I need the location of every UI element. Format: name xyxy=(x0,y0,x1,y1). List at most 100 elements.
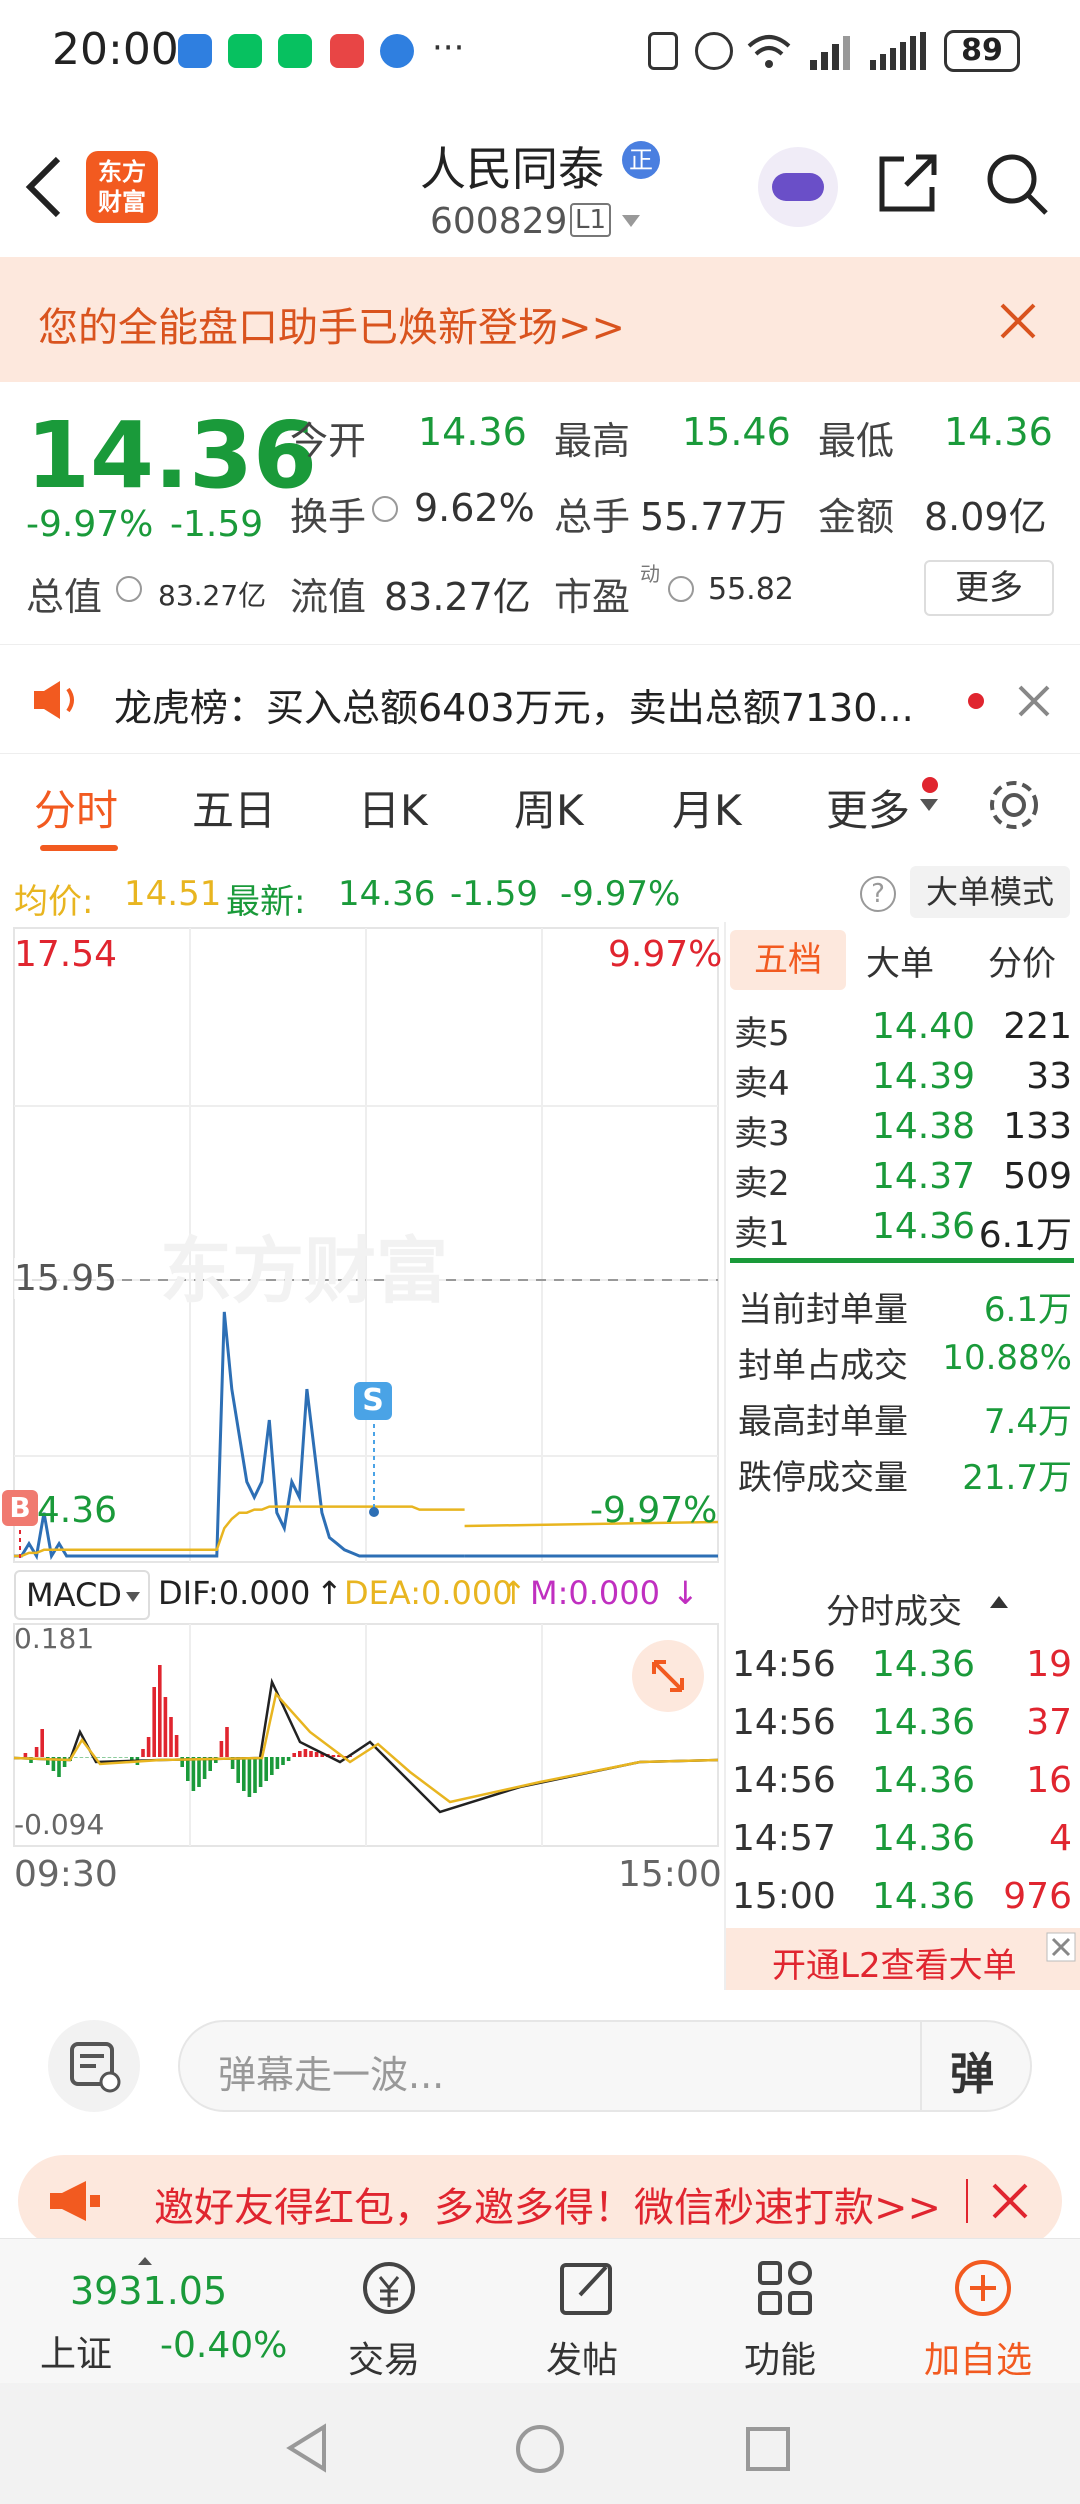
ask-price: 14.40 xyxy=(872,1006,976,1047)
tab-price-dist[interactable]: 分价 xyxy=(988,936,1056,985)
macd-bar xyxy=(107,1757,112,1758)
tab-five-day[interactable]: 五日 xyxy=(192,777,276,838)
nav-trade[interactable]: 交易 xyxy=(328,2249,448,2381)
invite-text[interactable]: 邀好友得红包，多邀多得！微信秒速打款>> xyxy=(154,2175,941,2233)
time-axis-end: 15:00 xyxy=(618,1854,722,1895)
seal-value: 7.4万 xyxy=(983,1402,1072,1442)
unread-dot xyxy=(968,693,984,709)
more-button[interactable]: 更多 xyxy=(924,560,1054,616)
expand-icon[interactable] xyxy=(632,1640,704,1712)
amount-label: 金额 xyxy=(818,495,895,539)
pe-sup: 动 xyxy=(640,562,660,586)
nfc-icon xyxy=(648,32,678,70)
tick-time: 14:56 xyxy=(732,1702,836,1743)
chevron-down-icon[interactable] xyxy=(918,797,940,813)
search-icon[interactable] xyxy=(984,151,1050,217)
index-ticker[interactable]: 3931.05 上证 -0.40% xyxy=(10,2255,310,2377)
ai-assistant-icon[interactable] xyxy=(758,147,838,227)
nav-recents-icon[interactable] xyxy=(744,2425,792,2473)
chevron-down-icon[interactable] xyxy=(124,1590,142,1604)
pe-label: 市盈 xyxy=(554,575,631,619)
settings-gear-icon[interactable] xyxy=(984,775,1044,835)
buy-marker[interactable]: B xyxy=(2,1490,38,1526)
macd-bar xyxy=(169,1717,173,1757)
big-order-mode-button[interactable]: 大单模式 xyxy=(910,866,1070,918)
macd-chart[interactable] xyxy=(0,1622,722,1852)
status-time: 20:00 xyxy=(52,24,179,75)
share-icon[interactable] xyxy=(876,151,940,215)
macd-bar xyxy=(275,1757,280,1769)
verified-badge: 正 xyxy=(622,141,660,179)
macd-bar xyxy=(281,1757,285,1765)
level-dropdown-icon[interactable] xyxy=(620,213,642,229)
promo-banner[interactable]: 您的全能盘口助手已焕新登场>> xyxy=(0,257,1080,382)
divider xyxy=(966,2179,968,2223)
tab-big-order[interactable]: 大单 xyxy=(866,936,934,985)
ask-label: 卖2 xyxy=(734,1164,790,1204)
macd-axis-bottom: -0.094 xyxy=(14,1808,105,1841)
stock-name: 人民同泰 xyxy=(420,142,604,196)
nav-post[interactable]: 发帖 xyxy=(526,2249,646,2381)
danmu-input[interactable]: 弹幕走一波... 弹 xyxy=(178,2020,1032,2112)
sort-up-icon[interactable] xyxy=(988,1594,1010,1610)
macd-bar xyxy=(191,1757,196,1791)
info-icon[interactable] xyxy=(668,576,694,602)
close-icon[interactable] xyxy=(990,2181,1030,2221)
tab-daily-k[interactable]: 日K xyxy=(358,777,428,838)
mail-icon xyxy=(330,34,364,68)
tab-intraday[interactable]: 分时 xyxy=(34,777,118,838)
macd-bar xyxy=(102,1757,106,1758)
macd-bar xyxy=(152,1687,156,1757)
l2-upsell[interactable]: 开通L2查看大单 xyxy=(726,1928,1080,1990)
alarm-icon xyxy=(695,32,733,70)
macd-label: MACD xyxy=(26,1576,122,1614)
info-icon[interactable] xyxy=(116,576,142,602)
change-amount: -1.59 xyxy=(170,504,264,545)
info-icon[interactable] xyxy=(372,496,398,522)
macd-bar xyxy=(298,1751,302,1757)
nav-add-watchlist[interactable]: 加自选 xyxy=(910,2249,1060,2381)
back-icon[interactable] xyxy=(22,155,66,219)
app-logo: 东方 财富 xyxy=(86,151,158,223)
tab-weekly-k[interactable]: 周K xyxy=(514,777,584,838)
danmu-bar: 弹幕走一波... 弹 xyxy=(0,1990,1080,2140)
macd-bar xyxy=(158,1665,162,1757)
ask-price: 14.37 xyxy=(872,1156,976,1197)
dragon-tiger-notice[interactable]: 龙虎榜：买入总额6403万元，卖出总额7130... xyxy=(0,644,1080,754)
nav-back-icon[interactable] xyxy=(284,2423,328,2473)
tab-five-level[interactable]: 五档 xyxy=(730,930,846,990)
tick-price: 14.36 xyxy=(872,1876,976,1917)
danmu-button[interactable]: 弹 xyxy=(950,2038,994,2102)
close-icon[interactable] xyxy=(1046,1932,1076,1962)
help-icon[interactable]: ? xyxy=(860,876,896,912)
macd-bar xyxy=(118,1757,123,1758)
lhb-text[interactable]: 龙虎榜：买入总额6403万元，卖出总额7130... xyxy=(114,677,914,732)
tab-more[interactable]: 更多 xyxy=(826,777,910,838)
tick-volume: 4 xyxy=(1049,1818,1072,1859)
macd-bar xyxy=(141,1749,145,1757)
nav-home-icon[interactable] xyxy=(514,2423,566,2475)
level-badge[interactable]: L1 xyxy=(570,203,612,237)
banner-text[interactable]: 您的全能盘口助手已焕新登场>> xyxy=(38,295,625,353)
invite-banner[interactable]: 邀好友得红包，多邀多得！微信秒速打款>> xyxy=(18,2155,1062,2247)
seal-value: 21.7万 xyxy=(962,1458,1072,1498)
dea-arrow-icon: ↑ xyxy=(500,1574,527,1612)
macd-bar xyxy=(62,1757,67,1767)
macd-bar xyxy=(314,1752,319,1757)
battery-indicator: 89 xyxy=(944,30,1020,72)
ask-volume: 221 xyxy=(1003,1006,1072,1047)
nav-functions[interactable]: 功能 xyxy=(724,2249,844,2381)
close-icon[interactable] xyxy=(998,301,1038,341)
ticks-title[interactable]: 分时成交 xyxy=(826,1584,962,1633)
app-notification-icon xyxy=(178,34,212,68)
danmu-settings-icon[interactable] xyxy=(48,2020,140,2112)
macd-bar xyxy=(242,1757,246,1791)
index-name: 上证 xyxy=(40,2334,113,2375)
sell-marker[interactable]: S xyxy=(354,1382,392,1420)
ask-label: 卖4 xyxy=(734,1064,790,1104)
pct-axis-bottom: -9.97% xyxy=(590,1490,718,1531)
l2-text[interactable]: 开通L2查看大单 xyxy=(772,1938,1017,1987)
close-icon[interactable] xyxy=(1016,683,1052,719)
tick-price: 14.36 xyxy=(872,1818,976,1859)
tab-monthly-k[interactable]: 月K xyxy=(672,777,742,838)
